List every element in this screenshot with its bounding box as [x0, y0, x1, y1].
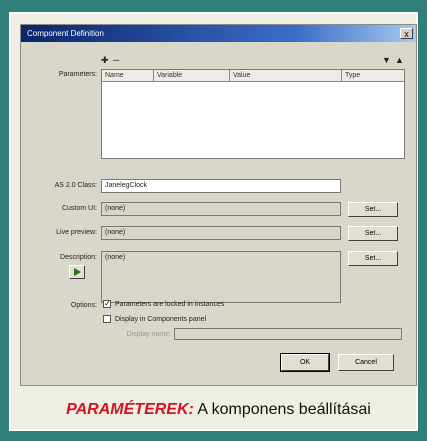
- plus-icon[interactable]: ✚: [101, 56, 109, 65]
- as2-class-label: AS 2.0 Class:: [54, 182, 97, 189]
- description-field: (none): [101, 251, 341, 303]
- caption-text: A komponens beállításai: [193, 401, 371, 418]
- live-preview-field: (none): [101, 226, 341, 240]
- custom-ui-label: Custom UI:: [61, 205, 97, 212]
- parameters-label: Parameters:: [58, 71, 97, 78]
- ok-button[interactable]: OK: [280, 353, 330, 372]
- as2-class-input[interactable]: JanelegClock: [101, 179, 341, 193]
- column-header-variable[interactable]: Variable: [154, 70, 230, 81]
- locked-option[interactable]: ✓ Parameters are locked in instances: [103, 300, 224, 308]
- live-preview-label: Live preview:: [56, 229, 97, 236]
- dialog-title: Component Definition: [27, 29, 104, 38]
- caption: PARAMÉTEREK: A komponens beállításai: [20, 395, 417, 425]
- caption-highlight: PARAMÉTEREK:: [66, 401, 194, 418]
- description-label: Description:: [60, 254, 97, 261]
- arrow-up-icon[interactable]: ▲: [395, 56, 404, 65]
- parameters-table-header: Name Variable Value Type: [102, 70, 404, 82]
- custom-ui-field: (none): [101, 202, 341, 216]
- dialog-titlebar: Component Definition x: [21, 25, 416, 42]
- display-name-input: [174, 328, 402, 340]
- column-header-value[interactable]: Value: [230, 70, 342, 81]
- live-preview-set-button[interactable]: Set...: [348, 226, 398, 241]
- display-name-label: Display name:: [126, 331, 171, 338]
- locked-checkbox-checked-icon[interactable]: ✓: [103, 300, 111, 308]
- custom-ui-set-button[interactable]: Set...: [348, 202, 398, 217]
- display-in-panel-option[interactable]: Display in Components panel: [103, 315, 206, 323]
- parameters-table[interactable]: Name Variable Value Type: [101, 69, 405, 159]
- description-set-button[interactable]: Set...: [348, 251, 398, 266]
- description-play-button[interactable]: [69, 265, 85, 279]
- play-icon: [74, 268, 81, 276]
- description-value: (none): [105, 254, 126, 261]
- column-header-name[interactable]: Name: [102, 70, 154, 81]
- locked-option-label: Parameters are locked in instances: [115, 300, 225, 308]
- column-header-type[interactable]: Type: [342, 70, 404, 81]
- minus-icon[interactable]: ─: [113, 56, 119, 65]
- options-label: Options:: [70, 302, 97, 309]
- display-in-panel-checkbox[interactable]: [103, 315, 111, 323]
- close-button[interactable]: x: [400, 28, 413, 39]
- display-in-panel-label: Display in Components panel: [115, 315, 207, 323]
- component-definition-dialog: Component Definition x ✚ ─ ▼ ▲ Parameter…: [20, 24, 417, 386]
- cancel-button[interactable]: Cancel: [338, 354, 394, 371]
- arrow-down-icon[interactable]: ▼: [382, 56, 391, 65]
